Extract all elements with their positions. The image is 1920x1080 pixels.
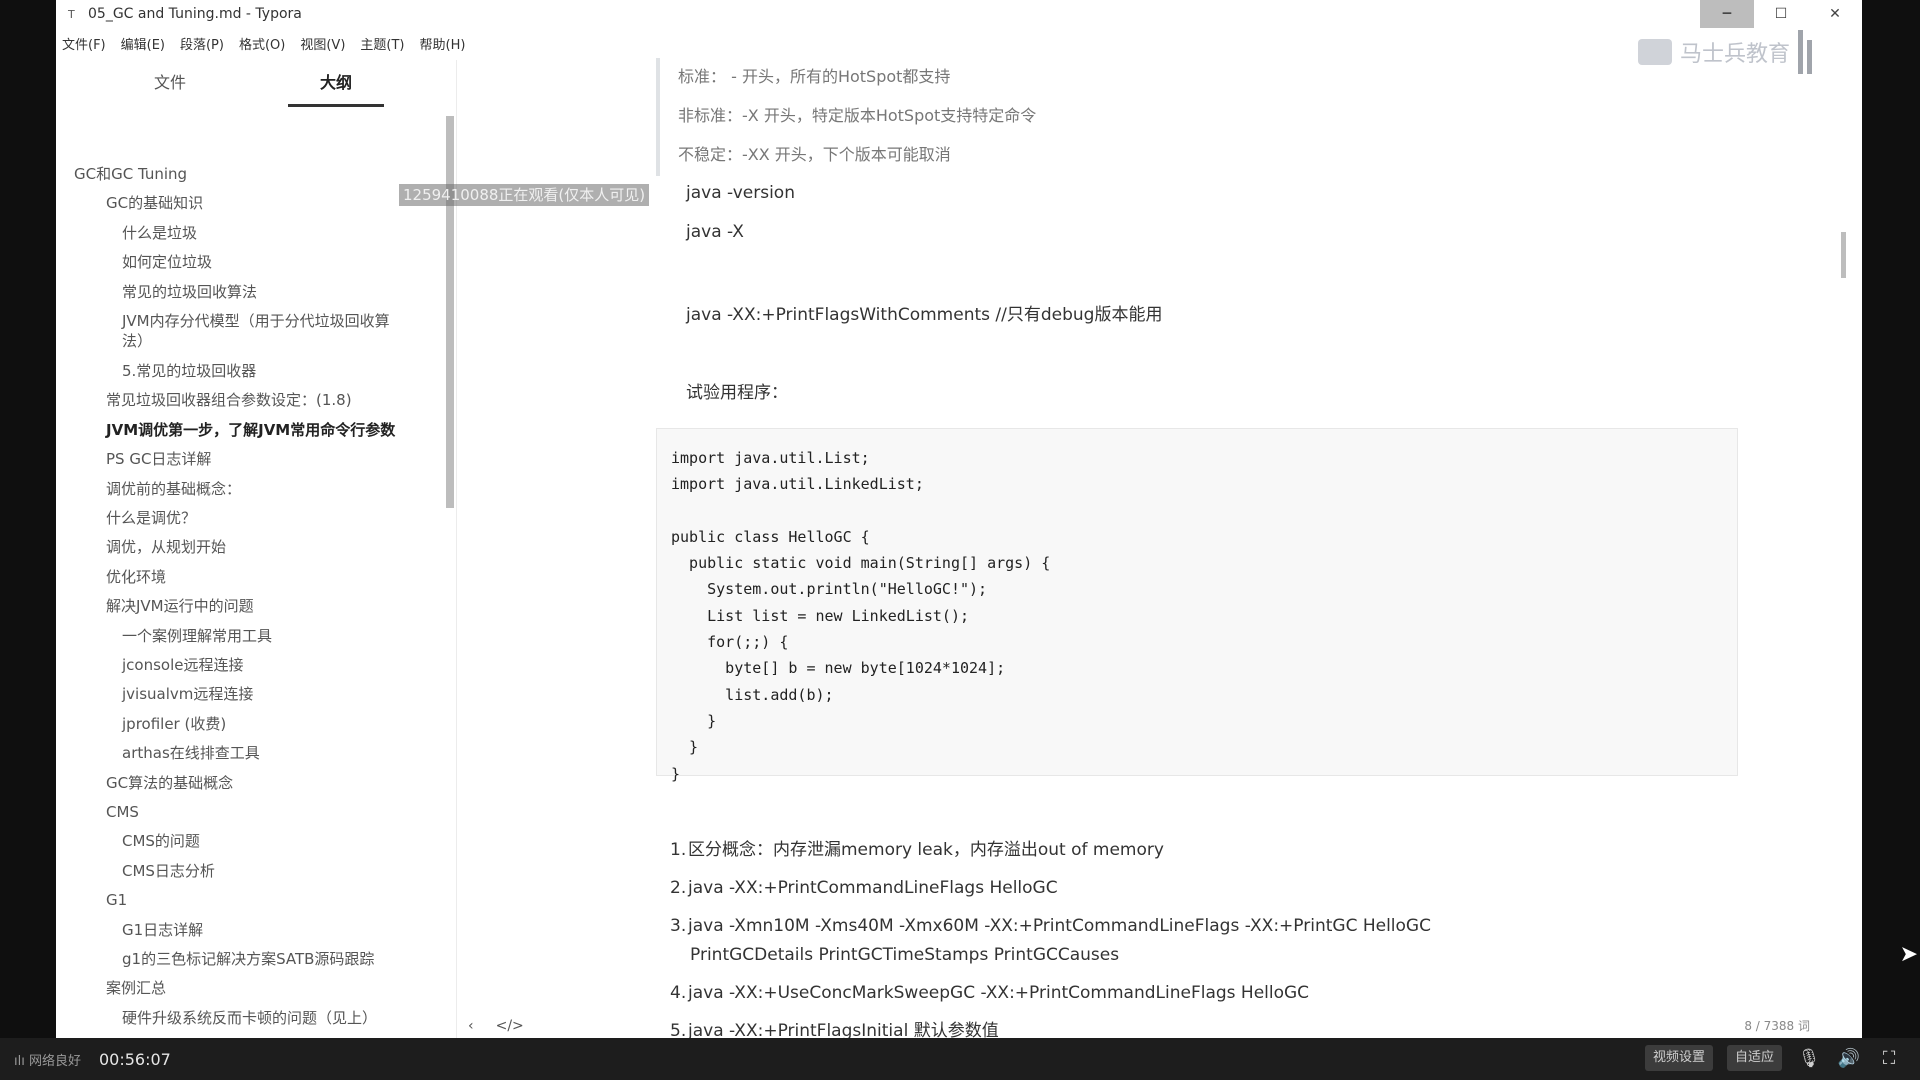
outline-item[interactable]: 常见垃圾回收器组合参数设定：(1.8) <box>106 390 352 410</box>
outline-item[interactable]: 什么是调优？ <box>106 508 196 528</box>
outline-item[interactable]: GC和GC Tuning <box>74 164 187 184</box>
maximize-button[interactable]: ☐ <box>1754 0 1808 28</box>
outline-item[interactable]: JVM内存分代模型（用于分代垃圾回收算法） <box>122 311 412 351</box>
list-item: 5. java -XX:+PrintFlagsInitial 默认参数值 <box>670 1017 1570 1038</box>
network-status: ılı 网络良好 <box>14 1053 81 1069</box>
sidebar: 文件 大纲 GC和GC Tuning GC的基础知识什么是垃圾如何定位垃圾常见的垃… <box>56 60 524 1038</box>
outline-item[interactable]: 5.常见的垃圾回收器 <box>122 361 256 381</box>
outline-item[interactable]: CMS的问题 <box>122 831 200 851</box>
collapse-sidebar-icon[interactable]: ‹ <box>468 1018 474 1034</box>
sidebar-scrollbar[interactable] <box>446 116 454 508</box>
outline-item[interactable]: 调优，从规划开始 <box>106 537 226 557</box>
outline-item[interactable]: G1日志详解 <box>122 920 203 940</box>
quote-line: 非标准：-X 开头，特定版本HotSpot支持特定命令 <box>678 106 1037 125</box>
menu-file[interactable]: 文件(F) <box>62 34 106 53</box>
outline-item[interactable]: 调优前的基础概念： <box>106 479 241 499</box>
text-line-version: java -version <box>686 183 795 203</box>
viewer-watermark: 1259410088正在观看(仅本人可见) <box>399 184 650 206</box>
list-text: java -XX:+PrintCommandLineFlags HelloGC <box>688 878 1058 898</box>
outline-item[interactable]: CMS <box>106 802 139 822</box>
editor-scrollbar[interactable] <box>1841 232 1846 278</box>
outline-item[interactable]: g1的三色标记解决方案SATB源码跟踪 <box>122 949 374 969</box>
menu-view[interactable]: 视图(V) <box>300 34 345 53</box>
fullscreen-icon[interactable]: ⛶ <box>1876 1048 1902 1069</box>
code-content: import java.util.List; import java.util.… <box>671 449 1051 783</box>
outline-item[interactable]: PS GC日志详解 <box>106 449 211 469</box>
list-text-continuation: PrintGCDetails PrintGCTimeStamps PrintGC… <box>690 945 1120 965</box>
typora-icon: T <box>68 7 75 21</box>
outline-item[interactable]: GC的基础知识 <box>106 193 203 213</box>
outline-item[interactable]: 案例汇总 <box>106 978 166 998</box>
video-settings-button[interactable]: 视频设置 <box>1644 1045 1713 1071</box>
ordered-list: 1. 区分概念：内存泄漏memory leak，内存溢出out of memory… <box>670 836 1570 1038</box>
outline-item[interactable]: arthas在线排查工具 <box>122 743 260 763</box>
list-item: 2. java -XX:+PrintCommandLineFlags HelloG… <box>670 874 1570 903</box>
video-player-bar: ılı 网络良好 00:56:07 视频设置 自适应 🎙 🔊 ⛶ <box>0 1038 1920 1080</box>
quote-line: 标准： - 开头，所有的HotSpot都支持 <box>678 67 951 86</box>
outline-item[interactable]: 什么是垃圾 <box>122 223 197 243</box>
list-number: 4. <box>670 983 687 1003</box>
outline-item[interactable]: jconsole远程连接 <box>122 655 244 675</box>
outline-item[interactable]: 解决JVM运行中的问题 <box>106 596 254 616</box>
sidebar-tabs: 文件 大纲 <box>56 70 456 107</box>
list-item: 1. 区分概念：内存泄漏memory leak，内存溢出out of memory <box>670 836 1570 865</box>
list-number: 3. <box>670 916 687 936</box>
list-number: 2. <box>670 878 687 898</box>
menu-format[interactable]: 格式(O) <box>239 34 285 53</box>
menu-bar: 文件(F) 编辑(E) 段落(P) 格式(O) 视图(V) 主题(T) 帮助(H… <box>56 30 480 56</box>
close-button[interactable]: ✕ <box>1808 0 1862 28</box>
list-text: java -XX:+PrintFlagsInitial 默认参数值 <box>688 1021 999 1038</box>
minimize-button[interactable]: ─ <box>1700 0 1754 28</box>
volume-icon[interactable]: 🔊 <box>1836 1048 1862 1069</box>
blockquote: 标准： - 开头，所有的HotSpot都支持 非标准：-X 开头，特定版本Hot… <box>656 58 1278 176</box>
mouse-cursor-icon: ➤ <box>1899 942 1918 967</box>
play-time: 00:56:07 <box>98 1049 171 1069</box>
outline-item[interactable]: 优化环境 <box>106 567 166 587</box>
outline-item[interactable]: CMS日志分析 <box>122 861 215 881</box>
menu-help[interactable]: 帮助(H) <box>420 34 466 53</box>
window-title: 05_GC and Tuning.md - Typora <box>88 6 302 22</box>
list-number: 5. <box>670 1021 687 1038</box>
list-text: java -Xmn10M -Xms40M -Xmx60M -XX:+PrintC… <box>688 916 1431 936</box>
list-item: 4. java -XX:+UseConcMarkSweepGC -XX:+Prin… <box>670 979 1570 1008</box>
tab-outline[interactable]: 大纲 <box>288 70 384 107</box>
typora-window: T 05_GC and Tuning.md - Typora ─ ☐ ✕ 文件(… <box>56 0 1862 1038</box>
outline-list: GC和GC Tuning GC的基础知识什么是垃圾如何定位垃圾常见的垃圾回收算法 J… <box>56 122 446 1038</box>
title-bar: T 05_GC and Tuning.md - Typora ─ ☐ ✕ <box>56 0 1862 28</box>
word-count[interactable]: 8 / 7388 词 <box>1744 1017 1810 1034</box>
menu-edit[interactable]: 编辑(E) <box>121 34 165 53</box>
tab-files[interactable]: 文件 <box>122 70 218 104</box>
section-label: 试验用程序： <box>686 383 788 403</box>
code-block[interactable]: import java.util.List; import java.util.… <box>656 428 1738 783</box>
outline-item[interactable]: 常见的垃圾回收算法 <box>122 282 257 302</box>
quote-line: 不稳定：-XX 开头，下个版本可能取消 <box>678 145 951 164</box>
menu-theme[interactable]: 主题(T) <box>360 34 404 53</box>
outline-item[interactable]: JVM调优第一步，了解JVM常用命令行参数 <box>106 420 395 440</box>
list-number: 1. <box>670 840 687 860</box>
outline-item[interactable]: GC算法的基础概念 <box>106 773 233 793</box>
outline-item[interactable]: jprofiler (收费) <box>122 714 226 734</box>
list-item: 3. java -Xmn10M -Xms40M -Xmx60M -XX:+Prin… <box>670 912 1570 970</box>
mic-icon[interactable]: 🎙 <box>1796 1048 1822 1069</box>
outline-item[interactable]: 如何定位垃圾 <box>122 252 212 272</box>
text-line-x: java -X <box>686 222 744 242</box>
menu-paragraph[interactable]: 段落(P) <box>180 34 224 53</box>
outline-item[interactable]: jvisualvm远程连接 <box>122 684 253 704</box>
adaptive-quality-button[interactable]: 自适应 <box>1726 1045 1782 1071</box>
source-mode-icon[interactable]: </> <box>496 1018 524 1034</box>
list-text: 区分概念：内存泄漏memory leak，内存溢出out of memory <box>688 840 1164 860</box>
editor-area[interactable]: 标准： - 开头，所有的HotSpot都支持 非标准：-X 开头，特定版本Hot… <box>626 56 1846 1038</box>
text-line-flags: java -XX:+PrintFlagsWithComments //只有deb… <box>686 305 1163 325</box>
outline-item[interactable]: G1 <box>106 890 127 910</box>
outline-item[interactable]: 硬件升级系统反而卡顿的问题（见上） <box>122 1008 377 1028</box>
list-text: java -XX:+UseConcMarkSweepGC -XX:+PrintC… <box>688 983 1310 1003</box>
outline-item[interactable]: 一个案例理解常用工具 <box>122 626 272 646</box>
